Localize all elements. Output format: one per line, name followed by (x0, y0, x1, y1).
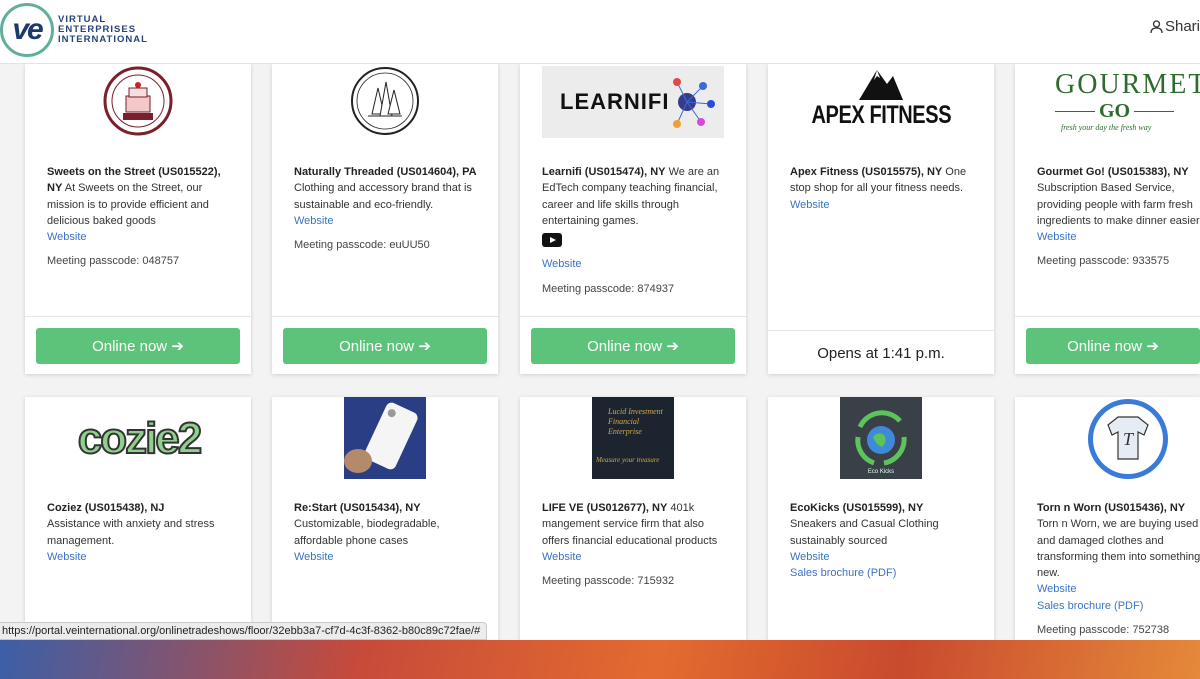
meeting-passcode: Meeting passcode: 048757 (47, 255, 180, 268)
meeting-passcode: Meeting passcode: 752738 (1037, 624, 1170, 637)
card-body: Apex Fitness (US015575), NY One stop sho… (790, 164, 978, 213)
exhibitor-card: Sweets on the Street (US015522), NY At S… (25, 64, 251, 374)
life-ve-logo: Lucid Investment Financial Enterprise Me… (592, 397, 674, 479)
website-link[interactable]: Website (542, 549, 730, 565)
ve-logo[interactable]: ve VIRTUAL ENTERPRISES INTERNATIONAL (0, 2, 148, 58)
user-name: Shari (1164, 18, 1200, 35)
card-body: Coziez (US015438), NJ Assistance with an… (47, 500, 235, 565)
company-name: EcoKicks (US015599), NY (790, 502, 924, 514)
meeting-passcode: Meeting passcode: euUU50 (294, 239, 430, 252)
card-footer: Online now ➔ (520, 316, 746, 374)
exhibitor-card: Re:Start (US015434), NY Customizable, bi… (272, 397, 498, 642)
sweets-logo (103, 66, 173, 136)
online-now-button[interactable]: Online now ➔ (531, 328, 735, 364)
meeting-passcode: Meeting passcode: 933575 (1037, 255, 1170, 268)
user-icon (1150, 19, 1163, 33)
company-name: Re:Start (US015434), NY (294, 502, 421, 514)
card-body: Naturally Threaded (US014604), PA Clothi… (294, 164, 482, 253)
online-now-button[interactable]: Online now ➔ (283, 328, 487, 364)
torn-n-worn-logo: T (1088, 399, 1168, 479)
exhibitor-card: Lucid Investment Financial Enterprise Me… (520, 397, 746, 642)
apex-fitness-logo: APEX FITNESS (811, 66, 951, 138)
card-body: Gourmet Go! (US015383), NY Subscription … (1037, 164, 1200, 270)
company-name: Torn n Worn (US015436), NY (1037, 502, 1186, 514)
restart-logo (344, 397, 426, 479)
meeting-passcode: Meeting passcode: 874937 (542, 282, 675, 295)
gourmet-go-logo: GOURMET GO fresh your day the fresh way (1055, 69, 1200, 132)
card-footer: Opens at 1:41 p.m. (768, 330, 994, 374)
status-url-bar: https://portal.veinternational.org/onlin… (0, 622, 488, 640)
svg-text:Eco Kicks: Eco Kicks (868, 469, 894, 475)
learnifi-logo: LEARNIFI (542, 66, 724, 138)
company-desc: Customizable, biodegradable, affordable … (294, 518, 440, 547)
sales-brochure-link[interactable]: Sales brochure (PDF) (790, 565, 978, 581)
company-desc: At Sweets on the Street, our mission is … (47, 182, 209, 227)
website-link[interactable]: Website (47, 229, 235, 245)
website-link[interactable]: Website (790, 549, 978, 565)
website-link[interactable]: Website (47, 549, 235, 565)
arrow-right-icon: ➔ (666, 338, 679, 355)
exhibitor-card: cozie2 Coziez (US015438), NJ Assistance … (25, 397, 251, 642)
website-link[interactable]: Website (294, 549, 482, 565)
exhibitor-card: LEARNIFI Learnifi (US015474), NY We are … (520, 64, 746, 374)
company-desc: Subscription Based Service, providing pe… (1037, 182, 1200, 227)
exhibitor-card: Eco Kicks EcoKicks (US015599), NY Sneake… (768, 397, 994, 642)
card-body: EcoKicks (US015599), NY Sneakers and Cas… (790, 500, 978, 581)
card-footer: Online now ➔ (1015, 316, 1200, 374)
online-now-button[interactable]: Online now ➔ (1026, 328, 1200, 364)
coziez-logo: cozie2 (77, 413, 203, 464)
company-name: Coziez (US015438), NJ (47, 502, 165, 514)
website-link[interactable]: Website (790, 197, 978, 213)
arrow-right-icon: ➔ (1146, 338, 1159, 355)
opens-at-label: Opens at 1:41 p.m. (817, 345, 945, 362)
exhibitor-card: APEX FITNESS Apex Fitness (US015575), NY… (768, 64, 994, 374)
company-desc: Torn n Worn, we are buying used and dama… (1037, 518, 1200, 580)
top-header: ve VIRTUAL ENTERPRISES INTERNATIONAL Sha… (0, 0, 1200, 64)
exhibitor-card: Naturally Threaded (US014604), PA Clothi… (272, 64, 498, 374)
online-now-button[interactable]: Online now ➔ (36, 328, 240, 364)
website-link[interactable]: Website (1037, 581, 1200, 597)
website-link[interactable]: Website (542, 256, 730, 272)
arrow-right-icon: ➔ (418, 338, 431, 355)
company-desc: Clothing and accessory brand that is sus… (294, 182, 472, 211)
company-name: LIFE VE (US012677), NY (542, 502, 668, 514)
company-desc: Assistance with anxiety and stress manag… (47, 518, 215, 547)
desktop-wallpaper (0, 640, 1200, 679)
sales-brochure-link[interactable]: Sales brochure (PDF) (1037, 598, 1200, 614)
arrow-right-icon: ➔ (171, 338, 184, 355)
card-body: Learnifi (US015474), NY We are an EdTech… (542, 164, 730, 297)
ve-logo-mark: ve (0, 3, 54, 57)
user-menu[interactable]: Shari (1150, 18, 1200, 35)
card-body: Torn n Worn (US015436), NY Torn n Worn, … (1037, 500, 1200, 638)
exhibitor-card: T Torn n Worn (US015436), NY Torn n Worn… (1015, 397, 1200, 642)
meeting-passcode: Meeting passcode: 715932 (542, 575, 675, 588)
company-name: Gourmet Go! (US015383), NY (1037, 166, 1189, 178)
ve-logo-text: VIRTUAL ENTERPRISES INTERNATIONAL (58, 14, 148, 45)
card-body: Re:Start (US015434), NY Customizable, bi… (294, 500, 482, 565)
card-footer: Online now ➔ (25, 316, 251, 374)
naturally-threaded-logo (351, 67, 419, 135)
company-name: Learnifi (US015474), NY (542, 166, 666, 178)
card-footer: Online now ➔ (272, 316, 498, 374)
exhibitor-card: GOURMET GO fresh your day the fresh way … (1015, 64, 1200, 374)
website-link[interactable]: Website (1037, 229, 1200, 245)
company-name: Naturally Threaded (US014604), PA (294, 166, 477, 178)
ecokicks-logo: Eco Kicks (840, 397, 922, 479)
card-body: LIFE VE (US012677), NY 401k mangement se… (542, 500, 730, 589)
website-link[interactable]: Website (294, 213, 482, 229)
company-name: Apex Fitness (US015575), NY (790, 166, 943, 178)
company-desc: Sneakers and Casual Clothing sustainably… (790, 518, 939, 547)
youtube-icon[interactable] (542, 233, 562, 248)
card-body: Sweets on the Street (US015522), NY At S… (47, 164, 235, 270)
